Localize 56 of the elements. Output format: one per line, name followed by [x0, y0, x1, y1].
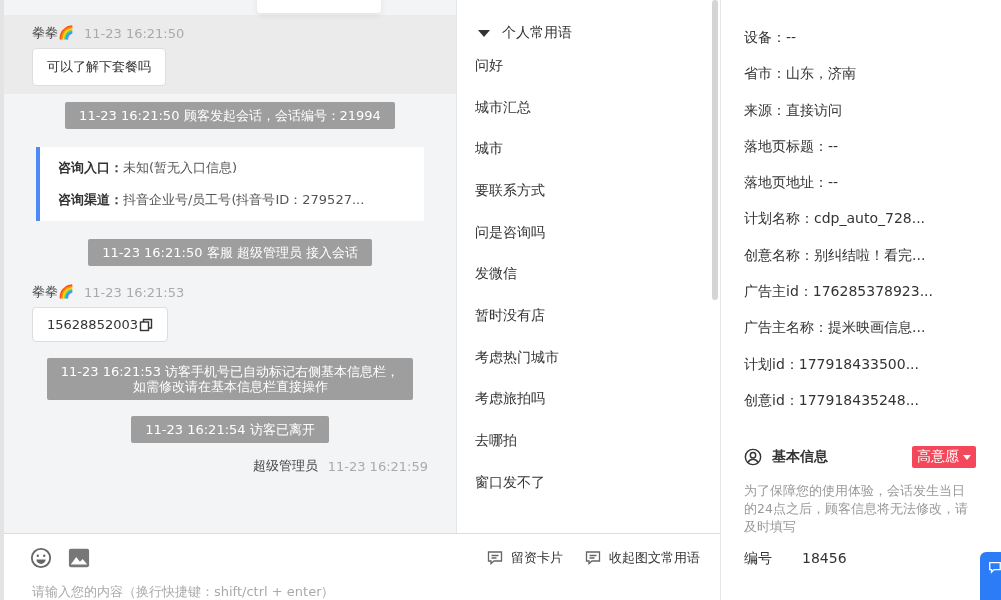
- emoji-icon[interactable]: [30, 547, 52, 569]
- detail-field: 计划名称：cdp_auto_728...: [744, 206, 926, 233]
- phrase-item[interactable]: 城市汇总: [475, 93, 531, 136]
- intent-dropdown[interactable]: 高意愿: [912, 446, 976, 469]
- message-time: 11-23 16:21:59: [327, 458, 428, 474]
- caret-icon: [963, 454, 971, 460]
- detail-field: 计划id：177918433500...: [744, 351, 919, 378]
- action-button[interactable]: 留资卡片: [487, 549, 563, 567]
- detail-field: 落地页标题：--: [744, 133, 839, 160]
- sender-name: 拳拳🌈: [32, 24, 74, 42]
- notice-line: 11-23 16:21:53 访客手机号已自动标记右侧基本信息栏，: [60, 364, 400, 379]
- phrase-group[interactable]: 个人常用语: [475, 20, 720, 46]
- info-label: 咨询渠道：: [58, 191, 123, 209]
- message-time: 11-23 16:21:50: [84, 25, 185, 41]
- phrase-item[interactable]: 考虑热门城市: [475, 343, 559, 386]
- phrase-item[interactable]: 窗口发不了: [475, 468, 545, 511]
- system-notice: 11-23 16:21:54 访客已离开: [131, 416, 329, 443]
- image-icon[interactable]: [68, 547, 90, 569]
- message-icon: [585, 550, 601, 566]
- phrase-item[interactable]: 城市: [475, 135, 503, 178]
- scrollbar[interactable]: [712, 0, 718, 300]
- copy-icon[interactable]: [139, 317, 153, 332]
- detail-field: 设备：--: [744, 25, 797, 51]
- info-value: 抖音企业号/员工号(抖音号ID：279527...: [123, 191, 365, 209]
- system-notice: 11-23 16:21:50 顾客发起会话，会话编号：21994: [65, 102, 395, 129]
- message-icon: [487, 550, 503, 566]
- message-text: 15628852003: [47, 317, 138, 332]
- notice-text: 为了保障您的使用体验，会话发生当日的24点之后，顾客信息将无法修改，请及时填写: [744, 482, 969, 537]
- phrase-item[interactable]: 要联系方式: [475, 177, 545, 219]
- detail-field: 创意名称：别纠结啦！看完...: [744, 242, 926, 269]
- message-text: 可以了解下套餐吗: [47, 58, 151, 76]
- info-label: 咨询入口：: [58, 159, 123, 177]
- phrase-item[interactable]: 暂时没有店: [475, 302, 545, 344]
- detail-field: 创意id：177918435248...: [744, 387, 919, 414]
- phrase-item[interactable]: 发微信: [475, 260, 517, 303]
- user-icon: [744, 448, 762, 467]
- info-value: 未知(暂无入口信息): [123, 159, 238, 177]
- message-time: 11-23 16:21:53: [84, 284, 185, 300]
- action-button[interactable]: 收起图文常用语: [585, 549, 700, 567]
- field-label: 编号: [744, 550, 773, 569]
- detail-field: 广告主id：176285378923...: [744, 279, 933, 306]
- phrase-item[interactable]: 考虑旅拍吗: [475, 385, 545, 428]
- sender-name: 超级管理员: [252, 457, 318, 475]
- detail-field: 落地页地址：--: [744, 170, 839, 197]
- notice-line: 如需修改请在基本信息栏直接操作: [131, 379, 329, 394]
- phrase-item[interactable]: 问是咨询吗: [475, 218, 545, 261]
- phrase-item[interactable]: 去哪拍: [475, 427, 517, 469]
- section-title: 基本信息: [772, 448, 829, 467]
- system-notice: 11-23 16:21:50 客服 超级管理员 接入会话: [88, 239, 372, 266]
- detail-field: 省市：山东，济南: [744, 61, 856, 88]
- sender-name: 拳拳🌈: [32, 283, 74, 301]
- message-icon: [988, 560, 1001, 574]
- field-value: 18456: [802, 550, 847, 569]
- phrase-item[interactable]: 问好: [475, 52, 503, 94]
- detail-field: 广告主名称：提米映画信息...: [744, 315, 926, 342]
- detail-field: 来源：直接访问: [744, 97, 842, 124]
